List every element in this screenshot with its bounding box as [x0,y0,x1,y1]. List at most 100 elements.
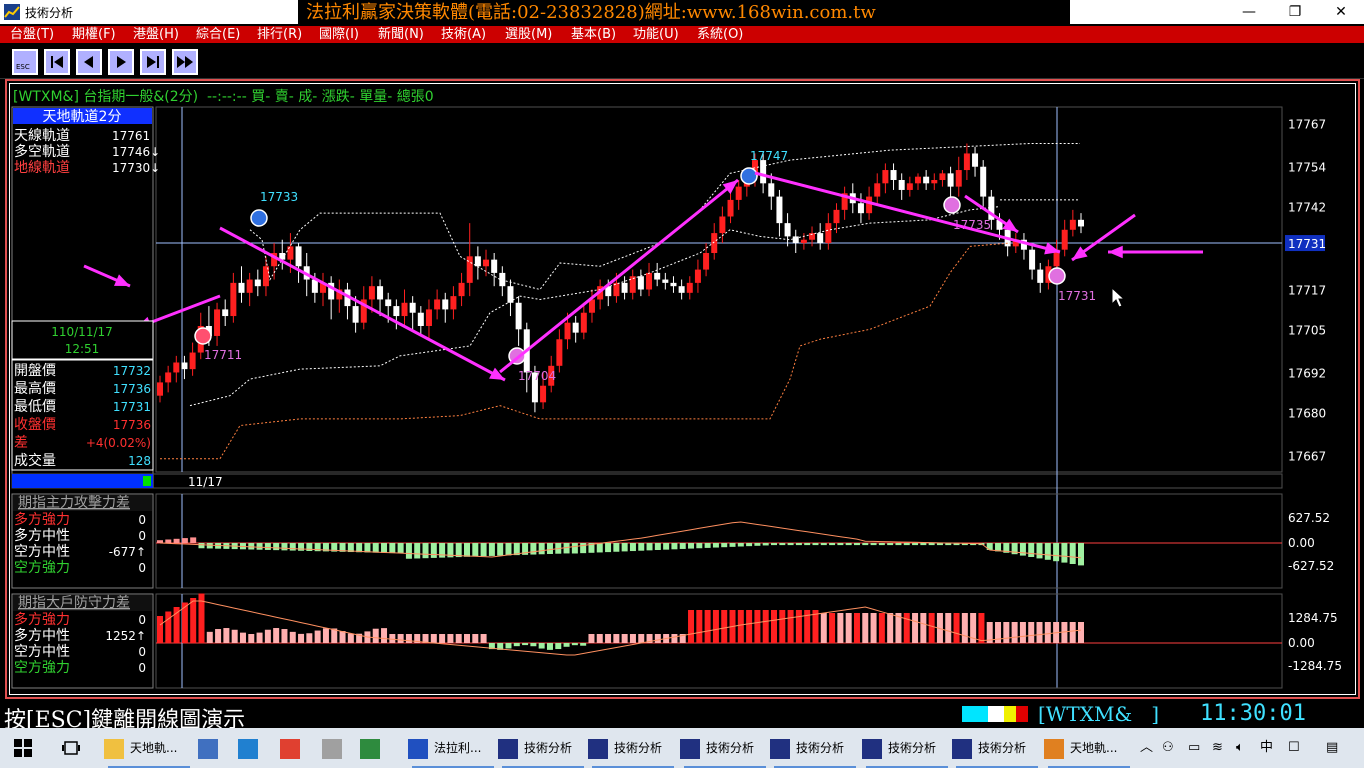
candle-body [955,170,962,187]
taskbar-item-4[interactable] [322,728,358,768]
ime-mode-icon[interactable]: ☐ [1288,728,1300,768]
panel2-bar [853,613,860,643]
candle-body [1061,229,1068,250]
panel1-bar [605,543,612,553]
quote-label: 最高價 [14,380,56,397]
taskbar-item-3[interactable] [280,728,316,768]
taskbar-app-icon [862,738,882,759]
candle-body [377,286,384,300]
panel2-bar [928,613,935,643]
panel2-bar [1003,622,1010,643]
taskbar-item-8[interactable]: 技術分析 [588,728,678,768]
panel2-row-label: 多方強力 [14,611,70,628]
panel2-bar [1019,622,1026,643]
panel1-bar [1036,543,1043,559]
task-view-icon[interactable] [62,739,80,757]
taskbar-item-7[interactable]: 技術分析 [498,728,588,768]
panel2-bar [995,622,1002,643]
candle-body [817,233,824,244]
panel1-bar [721,543,728,548]
panel1-bar [688,543,695,549]
quote-value: 17736 [113,382,151,396]
quote-label: 差 [14,435,28,451]
middle-track-line [189,206,1001,407]
windows-start-icon[interactable] [14,739,32,757]
panel2-bar [405,634,412,643]
panel2-axis-label: 0.00 [1288,636,1315,650]
taskbar-item-6[interactable]: 法拉利... [408,728,498,768]
panel2-bar [779,610,786,643]
panel2-bar [555,643,562,650]
tray-chevron-icon[interactable]: ︿ [1140,728,1153,768]
candle-body [833,209,840,224]
quote-value: 17731 [113,400,151,414]
candle-body [385,299,392,307]
panel2-bar [389,634,396,643]
chart-canvas[interactable]: 17767 17754 17742 17731 17717 17705 17692 17680… [0,0,1364,700]
taskbar-item-0[interactable]: 天地軌... [104,728,194,768]
candle-body [165,372,172,383]
panel2-bar [762,610,769,643]
panel2-bar [746,610,753,643]
mouse-cursor-icon [1111,286,1126,308]
taskbar-item-12[interactable]: 技術分析 [952,728,1042,768]
annotation-label: 17733 [260,190,298,204]
taskbar-item-label: 技術分析 [524,741,573,755]
candle-body [181,362,188,370]
panel1-bar [389,543,396,554]
panel1-row-value: 0 [138,561,146,575]
taskbar-item-11[interactable]: 技術分析 [862,728,952,768]
signal-marker [250,209,268,227]
candle-body [637,276,644,290]
panel1-bar [248,543,255,550]
candle-body [931,180,938,184]
ime-indicator[interactable]: 中 [1260,728,1273,768]
panel1-bar [754,543,761,546]
date-axis-label: 11/17 [188,475,223,489]
panel1-bar [381,543,388,553]
panel2-title: 期指大戶防守力差 [18,595,130,611]
annotation-label: 17747 [750,149,788,163]
panel2-bar [223,628,230,643]
notification-icon[interactable]: ▤ [1326,728,1338,768]
wifi-icon[interactable]: ≋ [1212,728,1223,768]
panel1-bar [895,543,902,546]
panel1-bar [364,543,371,553]
taskbar-item-5[interactable] [360,728,396,768]
candle-body [238,282,245,293]
taskbar-item-10[interactable]: 技術分析 [770,728,860,768]
panel1-bar [1078,543,1084,566]
panel2-bar [289,631,296,643]
tray-device-icon[interactable]: ▭ [1188,728,1200,768]
panel2-bar [771,610,777,643]
taskbar-item-9[interactable]: 技術分析 [680,728,770,768]
taskbar-item-1[interactable] [198,728,234,768]
taskbar-item-13[interactable]: 天地軌... [1044,728,1134,768]
indicator-title: 天地軌道2分 [43,109,122,125]
lower-track-line [160,242,1011,460]
panel1-bar [165,539,172,543]
candle-body [564,322,571,340]
volume-icon[interactable]: 🔈︎ [1236,728,1244,768]
candle-body [434,299,441,310]
current-price-label: 17731 [1288,237,1326,251]
indicator-row-value: 17730↓ [112,161,160,175]
panel2-bar [505,643,512,649]
panel1-bar [505,543,512,556]
panel1-title: 期指主力攻擊力差 [18,494,130,511]
panel1-bar [198,543,205,549]
panel2-bar [546,643,553,650]
drawn-arrow-head [1072,246,1088,260]
tray-people-icon[interactable]: ⚇ [1162,728,1174,768]
panel1-bar [737,543,744,547]
panel2-bar [829,613,836,643]
candle-body [947,173,954,187]
signal-marker [194,327,212,345]
panel1-bar [862,543,869,546]
quote-label: 成交量 [14,452,56,469]
candle-body [311,279,318,293]
panel1-bar [1053,543,1060,562]
panel2-bar [157,616,163,643]
taskbar-item-2[interactable] [238,728,274,768]
candle-body [654,272,661,280]
